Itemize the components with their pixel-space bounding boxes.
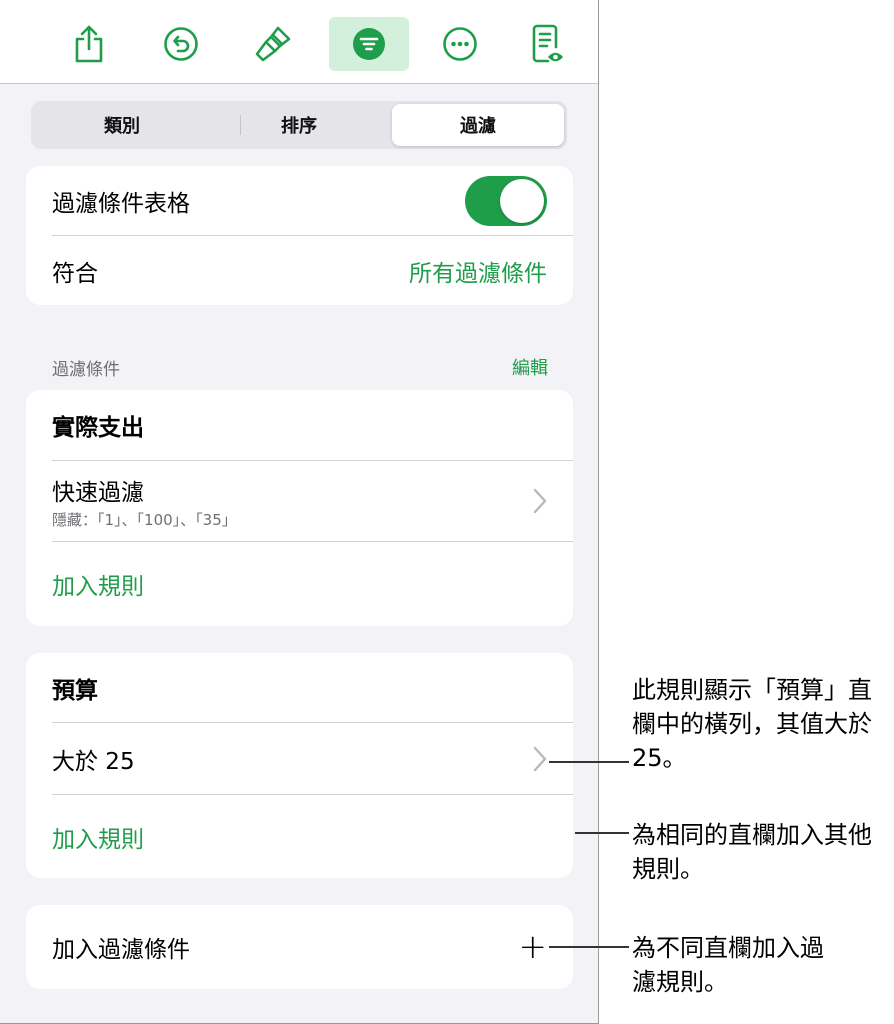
tab-category[interactable]: 類別: [34, 104, 210, 146]
callout-leader: [549, 761, 629, 763]
match-value[interactable]: 所有過濾條件: [409, 254, 547, 288]
filter-rule-detail: 隱藏：「1」、「100」、「35」: [52, 510, 237, 529]
callout-leader: [549, 946, 629, 948]
toggle-knob: [500, 179, 544, 223]
callout-text: 此規則顯示「預算」直欄中的橫列，其值大於 25。: [632, 676, 872, 772]
add-filter-card: 加入過濾條件 +: [26, 905, 573, 989]
filter-column-row: 預算: [26, 653, 573, 722]
filter-column-name: 實際支出: [52, 415, 144, 441]
match-label: 符合: [52, 260, 98, 287]
toolbar: [0, 0, 598, 84]
filters-section-title: 過濾條件: [52, 359, 120, 380]
tab-sort[interactable]: 排序: [211, 104, 387, 146]
filter-table-row: 過濾條件表格: [26, 166, 573, 236]
filter-column-name: 預算: [52, 677, 98, 704]
filter-table-toggle[interactable]: [465, 176, 547, 226]
match-row[interactable]: 符合 所有過濾條件: [26, 236, 573, 305]
filter-table-card: 過濾條件表格 符合 所有過濾條件: [26, 166, 573, 305]
tab-bar: 類別 排序 過濾: [31, 101, 567, 149]
filter-rule-row[interactable]: 快速過濾 隱藏：「1」、「100」、「35」: [26, 461, 573, 541]
add-rule-button[interactable]: 加入規則: [52, 820, 144, 854]
filter-rule-title: 快速過濾: [52, 479, 144, 506]
add-rule-row[interactable]: 加入規則: [26, 795, 573, 878]
chevron-right-icon: [533, 746, 547, 771]
filter-icon[interactable]: [329, 17, 409, 71]
more-icon[interactable]: [428, 17, 492, 71]
add-filter-button[interactable]: +: [519, 930, 548, 964]
undo-icon[interactable]: [149, 17, 213, 71]
add-filter-label: 加入過濾條件: [52, 937, 190, 963]
callout-text: 為不同直欄加入過濾規則。: [632, 934, 824, 996]
filters-section-header: 過濾條件 編輯: [52, 354, 548, 380]
filter-rule-row[interactable]: 大於 25: [26, 723, 573, 794]
filter-column-row: 實際支出: [26, 390, 573, 460]
filter-panel: 類別 排序 過濾 過濾條件表格 符合 所有過濾條件 過濾條件 編輯 實際支出 快…: [0, 0, 599, 1024]
filter-group-card: 實際支出 快速過濾 隱藏：「1」、「100」、「35」 加入規則: [26, 390, 573, 626]
filter-group-card: 預算 大於 25 加入規則: [26, 653, 573, 878]
filter-rule-text: 快速過濾 隱藏：「1」、「100」、「35」: [52, 473, 237, 530]
add-filter-row[interactable]: 加入過濾條件 +: [26, 905, 573, 989]
chevron-right-icon: [533, 488, 547, 514]
filter-rule-title: 大於 25: [52, 748, 135, 775]
add-rule-button[interactable]: 加入規則: [52, 567, 144, 601]
paintbrush-icon[interactable]: [241, 17, 305, 71]
filter-table-label: 過濾條件表格: [52, 191, 190, 217]
tab-filter[interactable]: 過濾: [392, 104, 564, 146]
callout-text: 為相同的直欄加入其他規則。: [632, 821, 872, 883]
add-rule-row[interactable]: 加入規則: [26, 542, 573, 626]
callout-leader: [575, 832, 629, 834]
reading-view-icon[interactable]: [516, 17, 580, 71]
edit-button[interactable]: 編輯: [512, 354, 548, 380]
share-icon[interactable]: [57, 17, 121, 71]
